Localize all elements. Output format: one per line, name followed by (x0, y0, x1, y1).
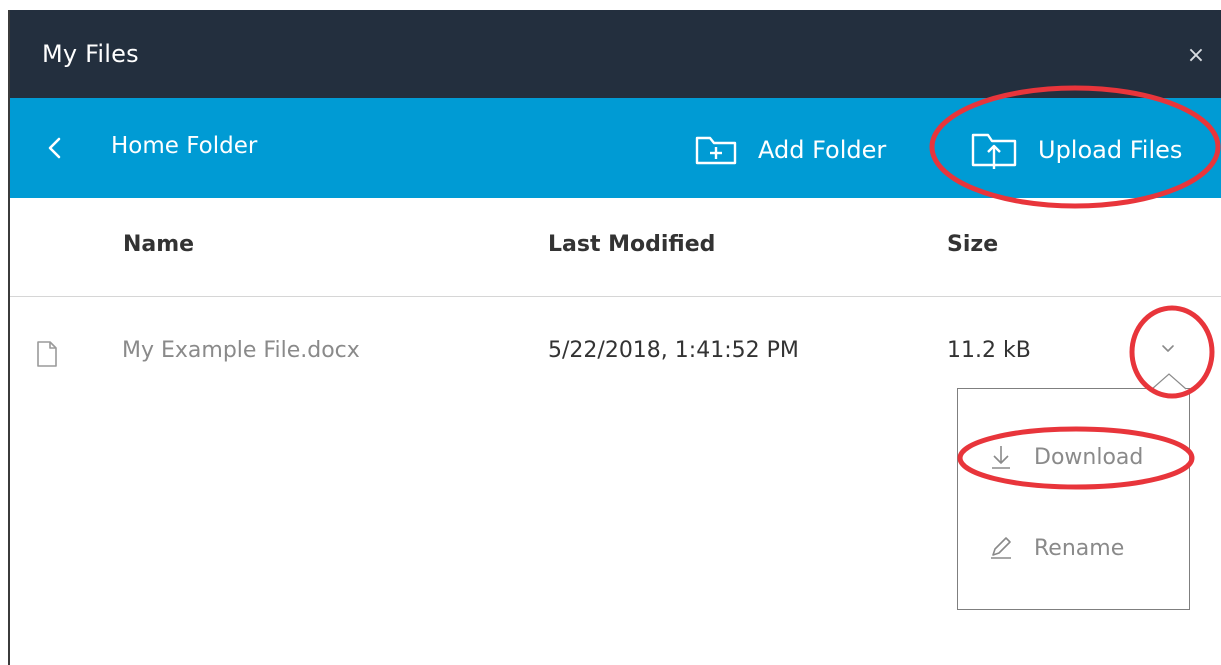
column-header-name[interactable]: Name (123, 232, 194, 257)
file-icon (37, 341, 57, 367)
download-icon (992, 446, 1010, 469)
window-title: My Files (42, 40, 139, 68)
folder-upload-icon (971, 133, 1017, 169)
menu-item-rename[interactable]: Rename (988, 528, 1178, 568)
add-folder-button[interactable]: Add Folder (694, 126, 904, 174)
menu-item-download-label: Download (1034, 444, 1144, 470)
close-button[interactable]: × (1184, 42, 1208, 70)
back-button[interactable] (40, 130, 70, 166)
file-last-modified: 5/22/2018, 1:41:52 PM (548, 338, 799, 363)
current-folder-title: Home Folder (111, 133, 258, 159)
menu-pointer-arrow (1151, 373, 1187, 390)
row-actions-button[interactable] (1152, 334, 1184, 364)
chevron-left-icon (48, 137, 61, 159)
upload-files-label: Upload Files (1038, 136, 1183, 164)
row-actions-menu (957, 388, 1190, 610)
file-size: 11.2 kB (947, 338, 1031, 363)
title-bar (10, 10, 1221, 98)
header-divider (10, 296, 1221, 297)
file-manager-window: My Files × Home Folder Add Folder Upload… (0, 0, 1221, 665)
upload-files-button[interactable]: Upload Files (970, 126, 1200, 174)
menu-item-download[interactable]: Download (988, 437, 1178, 477)
pencil-icon (991, 537, 1011, 559)
column-header-size[interactable]: Size (947, 232, 998, 257)
file-name[interactable]: My Example File.docx (122, 338, 360, 363)
column-header-last-modified[interactable]: Last Modified (548, 232, 715, 257)
add-folder-label: Add Folder (758, 136, 887, 164)
page-margin-top (0, 0, 1221, 10)
chevron-down-icon (1162, 345, 1174, 352)
folder-plus-icon (695, 136, 737, 165)
menu-item-rename-label: Rename (1034, 535, 1125, 561)
